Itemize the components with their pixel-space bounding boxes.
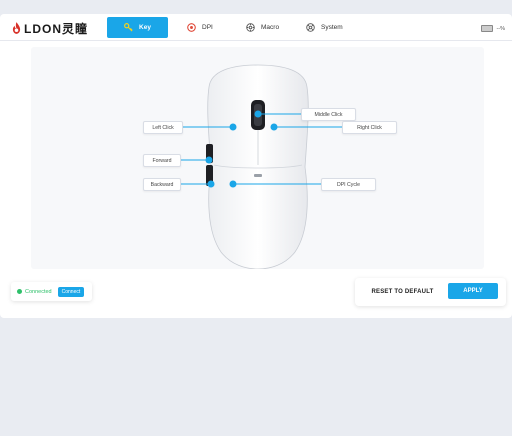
forward-hotspot[interactable] xyxy=(205,156,213,164)
tab-macro-label: Macro xyxy=(261,24,280,31)
mouse-diagram xyxy=(179,64,342,269)
tab-key-label: Key xyxy=(139,24,151,31)
battery-status: --% xyxy=(481,25,505,32)
backward-hotspot[interactable] xyxy=(207,180,215,188)
reset-to-default-button[interactable]: RESET TO DEFAULT xyxy=(365,285,440,299)
action-bar: RESET TO DEFAULT APPLY xyxy=(355,278,506,306)
mouse-config-panel: Left Click Middle Click Right Click Forw… xyxy=(31,47,484,269)
tab-dpi[interactable]: DPI xyxy=(187,17,213,38)
tab-system[interactable]: System xyxy=(306,17,343,38)
dpi-icon xyxy=(187,23,196,32)
tab-key[interactable]: Key xyxy=(107,17,168,38)
tab-dpi-label: DPI xyxy=(202,24,213,31)
macro-icon xyxy=(246,23,255,32)
dpi-button[interactable] xyxy=(254,174,262,177)
tab-system-label: System xyxy=(321,24,343,31)
dpi-cycle-label[interactable]: DPI Cycle xyxy=(321,178,376,191)
left-click-label[interactable]: Left Click xyxy=(143,121,183,134)
right-click-hotspot[interactable] xyxy=(270,123,278,131)
battery-icon xyxy=(481,25,494,32)
app-window: LDON灵瞳 Key DPI Macro System --% Left Cli… xyxy=(0,14,512,318)
right-click-label[interactable]: Right Click xyxy=(342,121,397,134)
brand-name: LDON灵瞳 xyxy=(24,21,88,36)
middle-click-hotspot[interactable] xyxy=(254,110,262,118)
tab-macro[interactable]: Macro xyxy=(246,17,279,38)
backward-label[interactable]: Backward xyxy=(143,178,181,191)
mouse-body xyxy=(207,64,309,269)
battery-percent: --% xyxy=(496,25,505,32)
apply-button[interactable]: APPLY xyxy=(448,283,498,299)
connection-status: Connected Connect xyxy=(11,282,92,301)
left-click-hotspot[interactable] xyxy=(229,123,237,131)
status-indicator-dot xyxy=(17,289,22,294)
brand-logo: LDON灵瞳 xyxy=(12,21,88,36)
flame-logo-icon xyxy=(12,22,21,34)
forward-label[interactable]: Forward xyxy=(143,154,181,167)
middle-click-label[interactable]: Middle Click xyxy=(301,108,356,121)
status-text: Connected xyxy=(25,288,52,295)
dpi-cycle-hotspot[interactable] xyxy=(229,180,237,188)
top-nav-bar: LDON灵瞳 Key DPI Macro System --% xyxy=(0,14,512,41)
connect-button[interactable]: Connect xyxy=(57,286,85,297)
system-icon xyxy=(306,23,315,32)
key-icon xyxy=(124,23,133,32)
